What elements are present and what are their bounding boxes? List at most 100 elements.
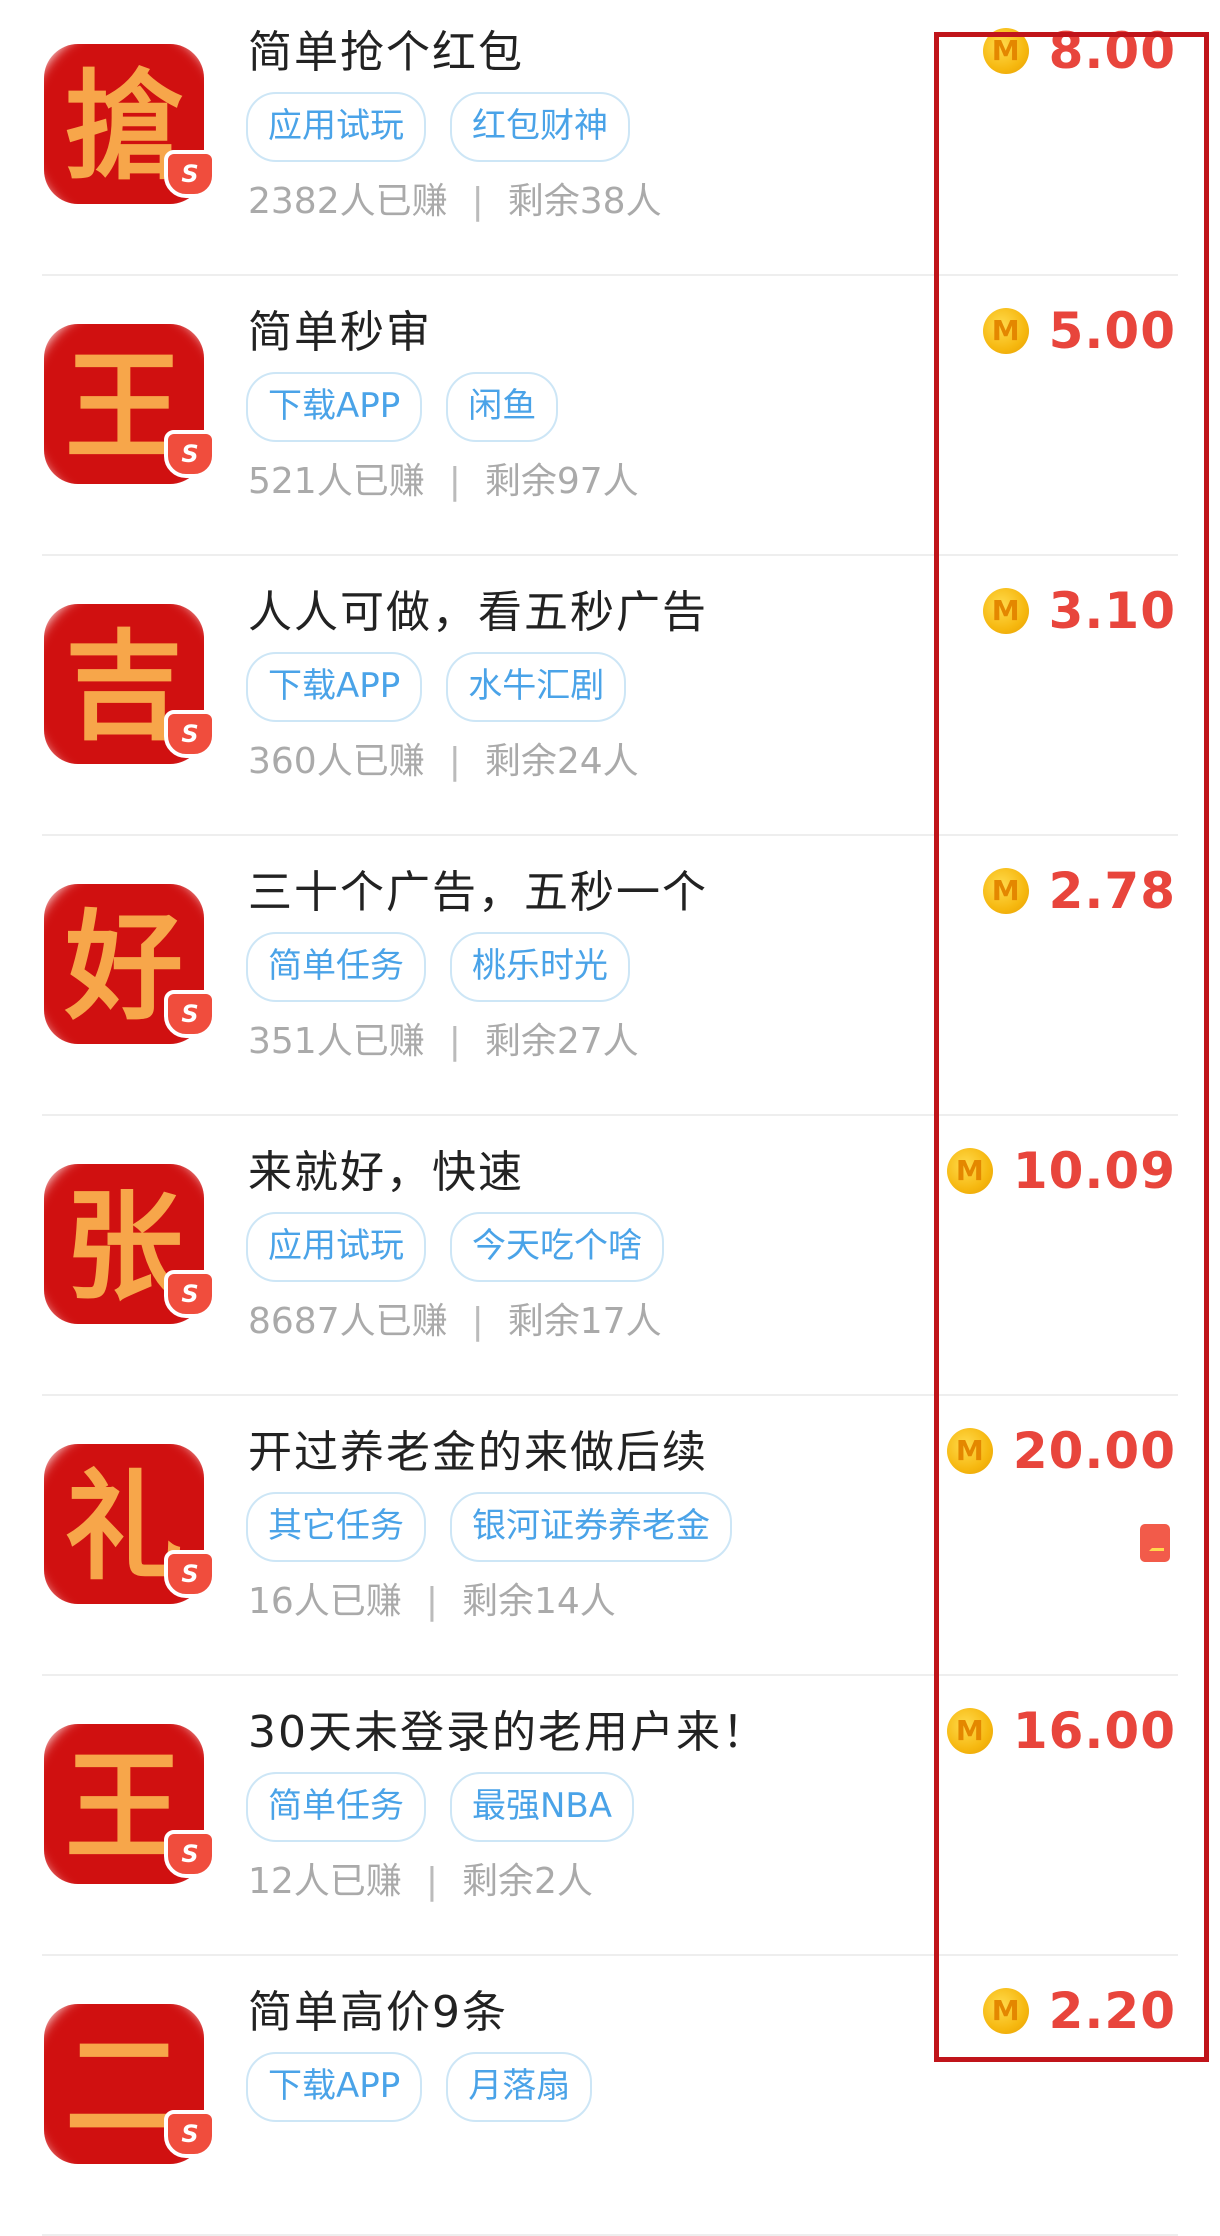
task-tag: 最强NBA xyxy=(450,1772,635,1842)
task-row[interactable]: 二 S 简单高价9条下载APP 月落扇 M 2.20 xyxy=(0,1956,1220,2236)
task-row[interactable]: 张 S 来就好，快速 应用试玩 今天吃个啥 8687人已赚 | 剩余17人 M 10.09 xyxy=(0,1116,1220,1396)
red-packet-icon xyxy=(1140,1524,1170,1562)
stats-separator: | xyxy=(448,741,461,782)
task-tag: 应用试玩 xyxy=(246,92,426,162)
remaining-count: 剩余24人 xyxy=(484,741,639,782)
app-icon-container[interactable]: 王S xyxy=(38,318,216,488)
stats-separator: | xyxy=(448,1021,461,1062)
reward-amount: 10.09 xyxy=(1012,1142,1176,1200)
task-tag: 桃乐时光 xyxy=(450,932,630,1002)
task-title: 来就好，快速 xyxy=(248,1147,524,1198)
earned-count: 16人已赚 xyxy=(248,1581,402,1622)
coin-icon: M xyxy=(946,1148,993,1194)
earned-count: 8687人已赚 xyxy=(248,1301,448,1342)
task-reward: M 2.20 xyxy=(982,1982,1176,2040)
app-icon-container[interactable]: 好S xyxy=(38,878,216,1048)
task-tag: 下载APP xyxy=(246,372,423,442)
task-reward: M 10.09 xyxy=(946,1142,1176,1200)
stats-separator: | xyxy=(425,1581,438,1622)
earned-count: 2382人已赚 xyxy=(248,181,448,222)
task-reward: M 8.00 xyxy=(982,22,1176,80)
reward-amount: 3.10 xyxy=(1048,582,1176,640)
remaining-count: 剩余27人 xyxy=(484,1021,639,1062)
app-icon-container[interactable]: 张S xyxy=(38,1158,216,1328)
earned-count: 12人已赚 xyxy=(248,1861,402,1902)
task-tags: 下载APP 水牛汇剧 xyxy=(246,652,627,722)
task-tag: 应用试玩 xyxy=(246,1212,426,1282)
task-tag: 银河证券养老金 xyxy=(450,1492,732,1562)
shield-badge-icon: S xyxy=(164,2110,216,2158)
task-row[interactable]: 王 S 30天未登录的老用户来！ 简单任务 最强NBA 12人已赚 | 剩余2人 M 16.00 xyxy=(0,1676,1220,1956)
task-stats: 2382人已赚 | 剩余38人 xyxy=(248,172,662,224)
task-tag: 简单任务 xyxy=(246,1772,426,1842)
earned-count: 360人已赚 xyxy=(248,741,425,782)
reward-amount: 5.00 xyxy=(1048,302,1176,360)
task-row[interactable]: 礼 S 开过养老金的来做后续其它任务 银河证券养老金 16人已赚 | 剩余14人 M 20.00 xyxy=(0,1396,1220,1676)
shield-badge-icon: S xyxy=(164,150,216,198)
task-title: 30天未登录的老用户来！ xyxy=(248,1707,768,1758)
remaining-count: 剩余14人 xyxy=(461,1581,616,1622)
task-stats: 12人已赚 | 剩余2人 xyxy=(248,1852,593,1904)
stats-separator: | xyxy=(471,181,484,222)
shield-badge-icon: S xyxy=(164,990,216,1038)
shield-badge-icon: S xyxy=(164,1550,216,1598)
app-icon-container[interactable]: 礼S xyxy=(38,1438,216,1608)
task-tag: 月落扇 xyxy=(446,2052,593,2122)
task-stats: 521人已赚 | 剩余97人 xyxy=(248,452,639,504)
shield-badge-icon: S xyxy=(164,710,216,758)
app-icon-container[interactable]: 二S xyxy=(38,1998,216,2168)
coin-icon: M xyxy=(946,1708,993,1754)
task-tag: 下载APP xyxy=(246,2052,423,2122)
task-title: 开过养老金的来做后续 xyxy=(248,1427,708,1478)
app-icon-container[interactable]: 搶S xyxy=(38,38,216,208)
earned-count: 521人已赚 xyxy=(248,461,425,502)
task-tag: 水牛汇剧 xyxy=(446,652,627,722)
stats-separator: | xyxy=(448,461,461,502)
reward-amount: 2.78 xyxy=(1048,862,1176,920)
task-tag: 下载APP xyxy=(246,652,423,722)
remaining-count: 剩余38人 xyxy=(507,181,662,222)
coin-icon: M xyxy=(982,308,1029,354)
task-row[interactable]: 搶 S 简单抢个红包应用试玩 红包财神 2382人已赚 | 剩余38人 M 8.00 xyxy=(0,0,1220,276)
task-stats: 351人已赚 | 剩余27人 xyxy=(248,1012,639,1064)
task-stats: 360人已赚 | 剩余24人 xyxy=(248,732,639,784)
task-title: 三十个广告，五秒一个 xyxy=(248,867,708,918)
task-reward: M 20.00 xyxy=(946,1422,1176,1480)
task-tags: 其它任务 银河证券养老金 xyxy=(246,1492,732,1562)
remaining-count: 剩余97人 xyxy=(484,461,639,502)
task-title: 人人可做，看五秒广告 xyxy=(248,587,708,638)
task-title: 简单抢个红包 xyxy=(248,27,524,78)
task-tags: 下载APP 月落扇 xyxy=(246,2052,593,2122)
task-title: 简单高价9条 xyxy=(248,1987,508,2038)
reward-amount: 8.00 xyxy=(1048,22,1176,80)
stats-separator: | xyxy=(425,1861,438,1902)
task-stats: 16人已赚 | 剩余14人 xyxy=(248,1572,616,1624)
task-reward: M 3.10 xyxy=(982,582,1176,640)
reward-amount: 16.00 xyxy=(1012,1702,1176,1760)
stats-separator: | xyxy=(471,1301,484,1342)
task-reward: M 5.00 xyxy=(982,302,1176,360)
task-tags: 应用试玩 红包财神 xyxy=(246,92,630,162)
task-tags: 简单任务 桃乐时光 xyxy=(246,932,630,1002)
earned-count: 351人已赚 xyxy=(248,1021,425,1062)
task-tag: 简单任务 xyxy=(246,932,426,1002)
shield-badge-icon: S xyxy=(164,1830,216,1878)
task-row[interactable]: 好 S 三十个广告，五秒一个简单任务 桃乐时光 351人已赚 | 剩余27人 M 2.78 xyxy=(0,836,1220,1116)
remaining-count: 剩余17人 xyxy=(507,1301,662,1342)
task-tags: 应用试玩 今天吃个啥 xyxy=(246,1212,664,1282)
reward-amount: 20.00 xyxy=(1012,1422,1176,1480)
shield-badge-icon: S xyxy=(164,1270,216,1318)
app-icon-container[interactable]: 吉S xyxy=(38,598,216,768)
task-title: 简单秒审 xyxy=(248,307,432,358)
task-reward: M 2.78 xyxy=(982,862,1176,920)
coin-icon: M xyxy=(982,28,1029,74)
coin-icon: M xyxy=(946,1428,993,1474)
coin-icon: M xyxy=(982,588,1029,634)
app-icon-container[interactable]: 王S xyxy=(38,1718,216,1888)
task-tag: 今天吃个啥 xyxy=(450,1212,664,1282)
task-row[interactable]: 吉 S 人人可做，看五秒广告下载APP 水牛汇剧 360人已赚 | 剩余24人 M 3.10 xyxy=(0,556,1220,836)
shield-badge-icon: S xyxy=(164,430,216,478)
task-reward: M 16.00 xyxy=(946,1702,1176,1760)
task-tags: 下载APP 闲鱼 xyxy=(246,372,559,442)
task-row[interactable]: 王 S 简单秒审下载APP 闲鱼 521人已赚 | 剩余97人 M 5.00 xyxy=(0,276,1220,556)
